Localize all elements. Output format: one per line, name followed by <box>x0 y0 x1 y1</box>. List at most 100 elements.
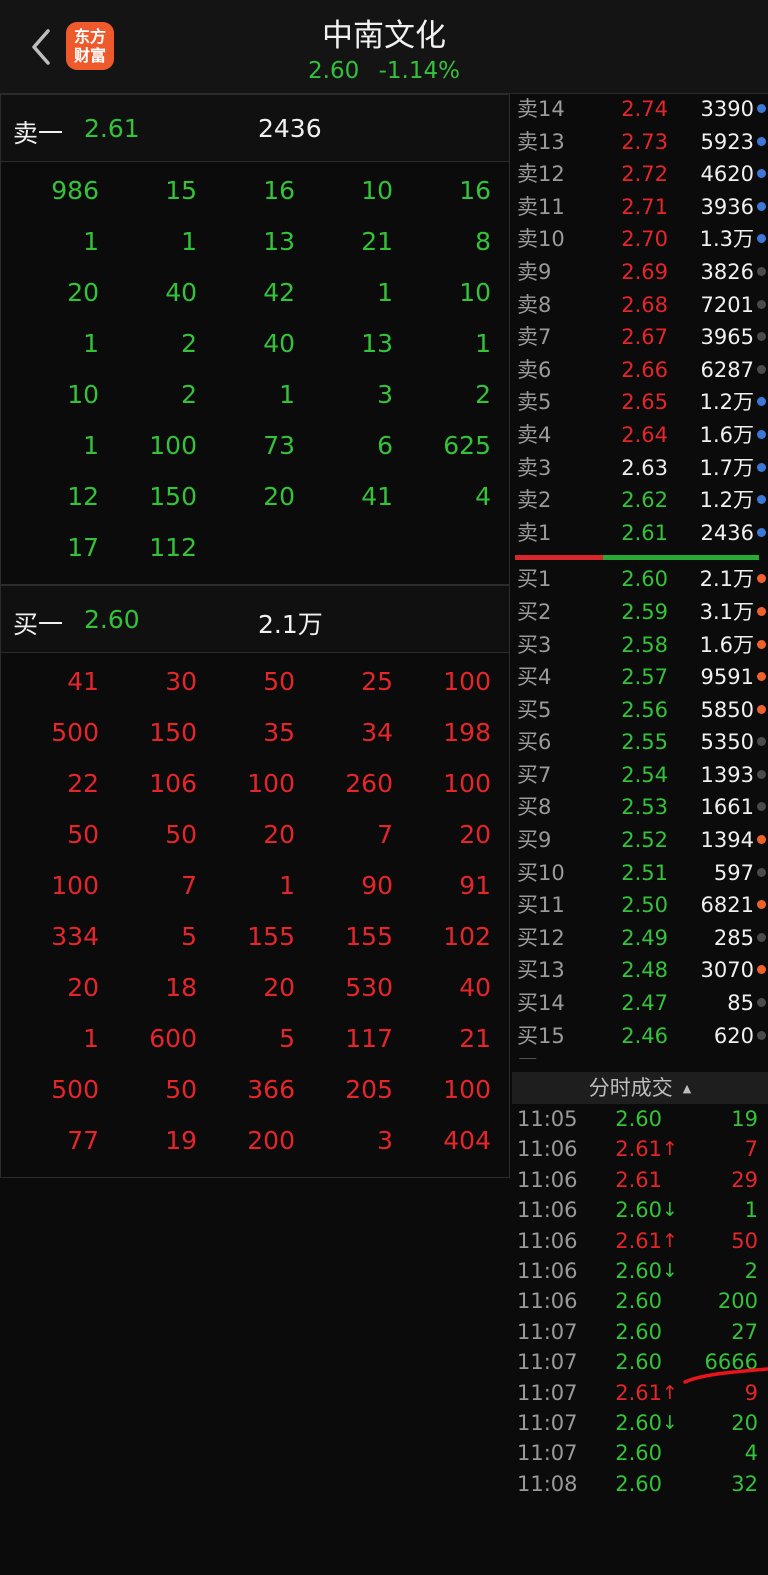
queue-order-volume: 112 <box>149 533 197 562</box>
ask-row[interactable]: 卖9 2.69 3826 <box>512 257 768 290</box>
ask-row[interactable]: 卖1 2.61 2436 <box>512 518 768 551</box>
tick-price: 2.60 <box>615 1410 662 1435</box>
buy-one-header[interactable]: 买一 2.60 2.1万 <box>0 585 510 653</box>
queue-order-volume: 155 <box>345 922 393 951</box>
queue-order-volume: 91 <box>459 871 491 900</box>
queue-order-volume: 530 <box>345 973 393 1002</box>
queue-order-volume: 21 <box>459 1024 491 1053</box>
queue-order-volume: 20 <box>263 973 295 1002</box>
collapse-triangle-icon[interactable]: ▲ <box>683 1082 691 1095</box>
book-level-label: 买2 <box>517 599 552 624</box>
queue-row: 10 2 1 3 2 <box>1 374 509 425</box>
ask-row[interactable]: 卖14 2.74 3390 <box>512 94 768 127</box>
up-arrow-icon: ↑ <box>662 1229 678 1252</box>
ask-row[interactable]: 卖7 2.67 3965 <box>512 322 768 355</box>
order-dot-icon <box>757 639 766 649</box>
queue-order-volume: 3 <box>377 380 393 409</box>
tick-time: 11:07 <box>517 1380 578 1405</box>
tick-row: 11:06 2.61 ↑ 7 <box>512 1134 768 1164</box>
queue-order-volume: 8 <box>475 227 491 256</box>
queue-order-volume: 1 <box>279 380 295 409</box>
sell-one-label: 卖一 <box>13 119 64 148</box>
price-summary: 2.60 -1.14% <box>0 58 768 84</box>
book-level-price: 2.58 <box>621 632 668 657</box>
bid-row[interactable]: 买2 2.59 3.1万 <box>512 597 768 630</box>
queue-order-volume: 150 <box>149 482 197 511</box>
bid-row[interactable]: 买7 2.54 1393 <box>512 760 768 793</box>
up-arrow-icon: ↑ <box>662 1381 678 1404</box>
tick-header-label: 分时成交 <box>588 1076 673 1100</box>
tick-time: 11:05 <box>517 1107 578 1131</box>
ask-row[interactable]: 卖3 2.63 1.7万 <box>512 453 768 486</box>
ask-row[interactable]: 卖6 2.66 6287 <box>512 355 768 388</box>
queue-order-volume: 205 <box>345 1075 393 1104</box>
bid-row[interactable]: 买8 2.53 1661 <box>512 792 768 825</box>
bid-row[interactable]: 买6 2.55 5350 <box>512 727 768 760</box>
order-dot-icon <box>757 574 766 584</box>
queue-order-volume: 117 <box>345 1024 393 1053</box>
tick-section-header[interactable]: 分时成交 ▲ <box>512 1072 768 1104</box>
queue-order-volume: 2 <box>181 329 197 358</box>
queue-order-volume: 50 <box>165 1075 197 1104</box>
book-level-price: 2.54 <box>621 762 668 787</box>
tick-price: 2.60 <box>615 1258 662 1283</box>
queue-order-volume: 20 <box>459 820 491 849</box>
queue-order-volume: 100 <box>149 431 197 460</box>
book-level-label: 卖9 <box>517 259 552 284</box>
ask-row[interactable]: 卖8 2.68 7201 <box>512 290 768 323</box>
order-dot-icon <box>757 737 766 747</box>
order-dot-icon <box>757 606 766 616</box>
order-dot-icon <box>757 234 766 244</box>
tick-price: 2.61 <box>615 1137 662 1162</box>
book-level-price: 2.52 <box>621 828 668 853</box>
queue-order-volume: 260 <box>345 769 393 798</box>
buy-one-volume: 2.1万 <box>258 610 323 639</box>
bid-row[interactable]: 买5 2.56 5850 <box>512 695 768 728</box>
bid-list[interactable]: 买1 2.60 2.1万 买2 2.59 3.1万 买3 2.58 1.6万 买4 2.57 9591… <box>512 564 768 1059</box>
queue-order-volume: 50 <box>165 820 197 849</box>
queue-row: 20 18 20 530 40 <box>1 967 509 1018</box>
queue-order-volume: 4 <box>475 482 491 511</box>
red-underline-annotation <box>683 1367 768 1384</box>
bid-row[interactable]: 买10 2.51 597 <box>512 858 768 891</box>
book-level-volume: 1.6万 <box>699 422 754 447</box>
book-divider <box>512 550 768 564</box>
book-level-price: 2.65 <box>621 390 668 415</box>
ask-row[interactable]: 卖11 2.71 3936 <box>512 192 768 225</box>
tick-volume: 2 <box>744 1258 758 1283</box>
book-level-volume: 2.1万 <box>699 567 754 592</box>
queue-order-volume: 1 <box>181 227 197 256</box>
queue-row: 334 5 155 155 102 <box>1 916 509 967</box>
tick-price: 2.60 <box>615 1289 662 1314</box>
queue-row: 1 2 40 13 1 <box>1 323 509 374</box>
bid-row[interactable]: 买15 2.46 620 <box>512 1021 768 1054</box>
bid-row[interactable]: 买9 2.52 1394 <box>512 825 768 858</box>
tick-row: 11:07 2.60 ↓ 20 <box>512 1408 768 1438</box>
bid-row[interactable]: 买1 2.60 2.1万 <box>512 564 768 597</box>
ask-row[interactable]: 卖4 2.64 1.6万 <box>512 420 768 453</box>
book-level-price: 2.64 <box>621 422 668 447</box>
sell-one-queue: 986 15 16 10 16 1 1 13 21 8 20 40 42 1 10 1 2 40 13 1 10 2 1 3 2… <box>0 162 510 585</box>
ask-row[interactable]: 卖10 2.70 1.3万 <box>512 224 768 257</box>
book-level-volume: 85 <box>727 991 754 1016</box>
bid-row[interactable]: 买16 2.45 207 <box>512 1053 768 1059</box>
bid-row[interactable]: 买14 2.47 85 <box>512 988 768 1021</box>
bid-row[interactable]: 买13 2.48 3070 <box>512 955 768 988</box>
order-book-panel[interactable]: 卖14 2.74 3390 卖13 2.73 5923 卖12 2.72 4620 卖11 2.71… <box>512 94 768 1059</box>
order-dot-icon <box>757 332 766 342</box>
sell-one-header[interactable]: 卖一 2.61 2436 <box>0 94 510 162</box>
queue-row: 20 40 42 1 10 <box>1 272 509 323</box>
bid-row[interactable]: 买4 2.57 9591 <box>512 662 768 695</box>
book-level-price: 2.53 <box>621 795 668 820</box>
book-level-volume: 4620 <box>700 162 754 187</box>
ask-row[interactable]: 卖2 2.62 1.2万 <box>512 485 768 518</box>
bid-row[interactable]: 买3 2.58 1.6万 <box>512 630 768 663</box>
bid-row[interactable]: 买11 2.50 6821 <box>512 890 768 923</box>
queue-order-volume: 20 <box>67 973 99 1002</box>
book-level-label: 买11 <box>517 893 565 918</box>
ask-row[interactable]: 卖13 2.73 5923 <box>512 127 768 160</box>
bid-row[interactable]: 买12 2.49 285 <box>512 923 768 956</box>
ask-row[interactable]: 卖5 2.65 1.2万 <box>512 387 768 420</box>
queue-order-volume: 34 <box>361 718 393 747</box>
ask-row[interactable]: 卖12 2.72 4620 <box>512 159 768 192</box>
